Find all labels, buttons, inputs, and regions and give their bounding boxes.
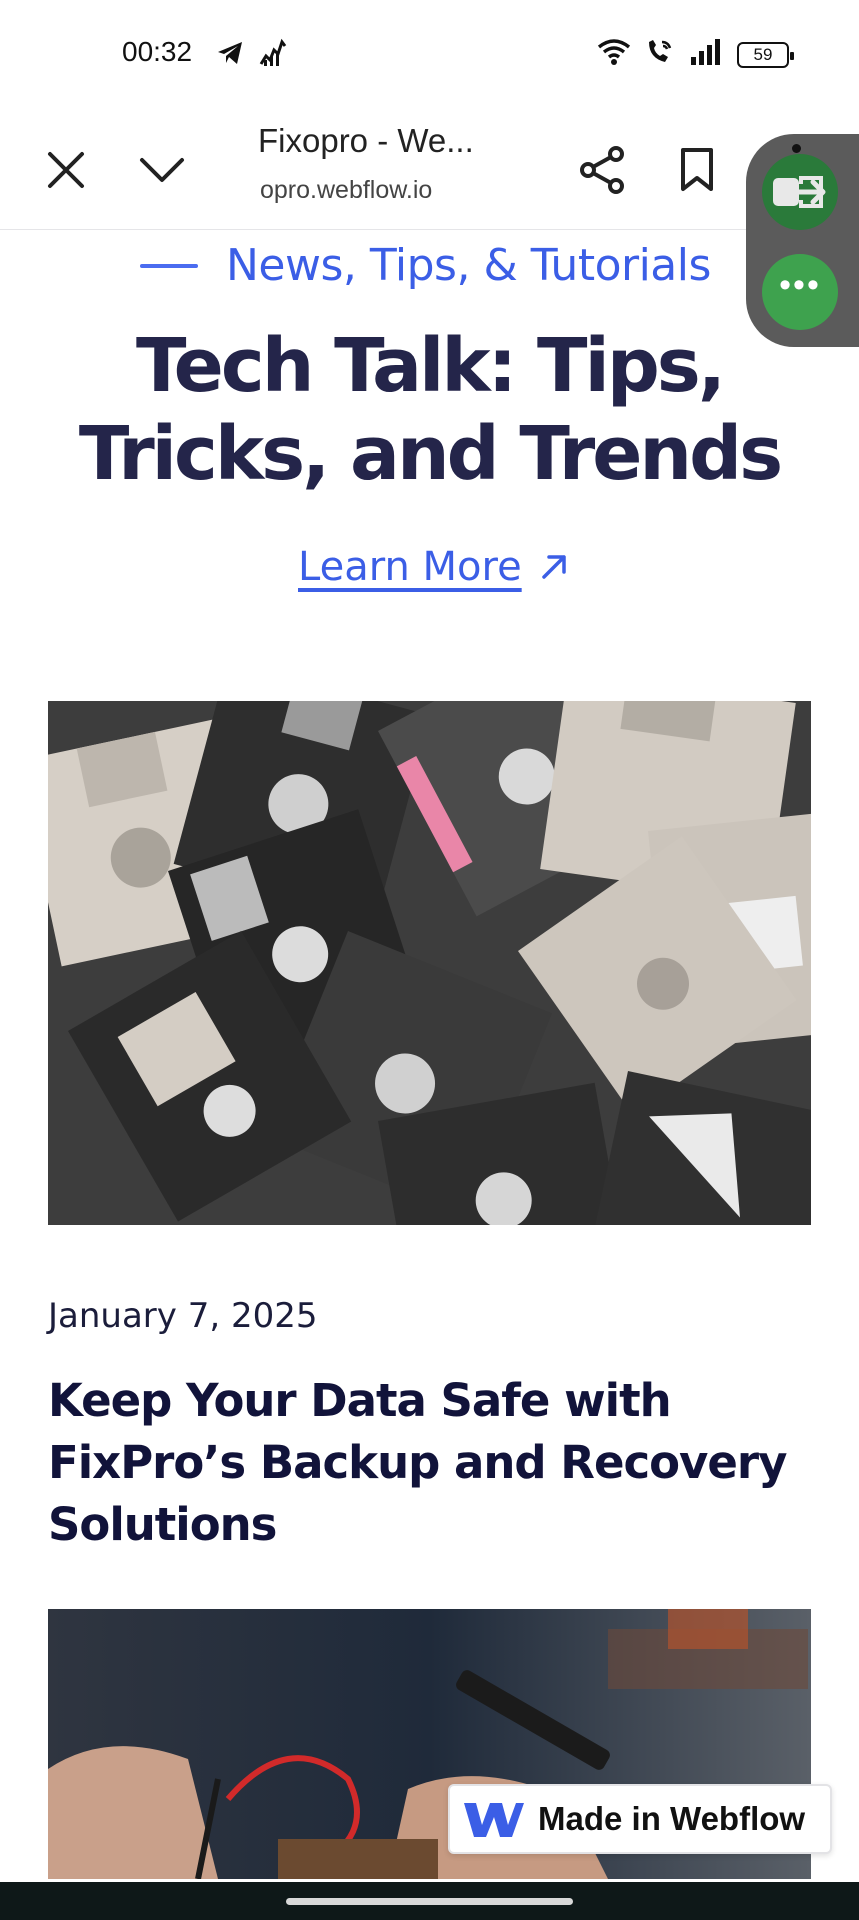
- browser-toolbar: Fixopro - We... opro.webflow.io: [0, 110, 859, 230]
- telegram-icon: [216, 40, 244, 71]
- status-left-icons: [216, 38, 288, 73]
- wifi-calling-icon: [645, 38, 675, 71]
- more-dots-icon: •••: [779, 266, 821, 304]
- made-in-webflow-badge[interactable]: Made in Webflow: [448, 1784, 832, 1854]
- eyebrow-line: [140, 263, 198, 268]
- post-date: January 7, 2025: [48, 1296, 318, 1336]
- eyebrow: News, Tips, & Tutorials: [140, 240, 711, 291]
- open-in-app-icon: [773, 176, 826, 208]
- close-button[interactable]: [34, 138, 98, 202]
- status-time: 00:32: [122, 36, 193, 67]
- post-title[interactable]: Keep Your Data Safe with FixPro’s Backup…: [48, 1370, 828, 1556]
- more-options-button[interactable]: •••: [762, 254, 838, 330]
- battery-level: 59: [753, 44, 773, 64]
- page-url[interactable]: opro.webflow.io: [260, 176, 450, 205]
- bookmark-icon: [681, 148, 713, 191]
- close-icon: [48, 152, 84, 188]
- hero-title-line2: Tricks, and Trends: [78, 411, 783, 497]
- hero-title: Tech Talk: Tips, Tricks, and Trends: [0, 322, 859, 498]
- floppy-disks-image: [48, 701, 811, 1225]
- learn-more-label: Learn More: [298, 544, 522, 590]
- status-bar: 00:32 59: [0, 0, 859, 110]
- system-nav-bar: [0, 1882, 859, 1920]
- signal-app-icon: [258, 38, 288, 73]
- status-right-icons: 59: [597, 38, 794, 71]
- battery-icon: 59: [737, 41, 794, 68]
- page-title: Fixopro - We...: [258, 122, 474, 159]
- hero-title-bold: Tech Talk:: [136, 323, 517, 409]
- chevron-down-icon: [140, 158, 184, 182]
- minimize-button[interactable]: [130, 138, 194, 202]
- webflow-logo-icon: [464, 1803, 524, 1837]
- made-in-webflow-label: Made in Webflow: [538, 1800, 806, 1837]
- cell-signal-icon: [689, 39, 723, 70]
- open-in-app-button[interactable]: [762, 154, 838, 230]
- eyebrow-text: News, Tips, & Tutorials: [226, 240, 711, 291]
- arrow-up-right-icon: [541, 555, 566, 579]
- share-button[interactable]: [570, 138, 634, 202]
- share-icon: [580, 146, 624, 194]
- learn-more-link[interactable]: Learn More: [298, 544, 568, 590]
- floating-side-panel: •••: [746, 134, 859, 347]
- bookmark-button[interactable]: [665, 138, 729, 202]
- hero-title-rest: Tips,: [514, 323, 726, 409]
- camera-dot: [792, 144, 801, 153]
- home-gesture-handle[interactable]: [286, 1898, 573, 1905]
- wifi-icon: [597, 38, 631, 71]
- post-image-floppy-disks[interactable]: [48, 701, 811, 1225]
